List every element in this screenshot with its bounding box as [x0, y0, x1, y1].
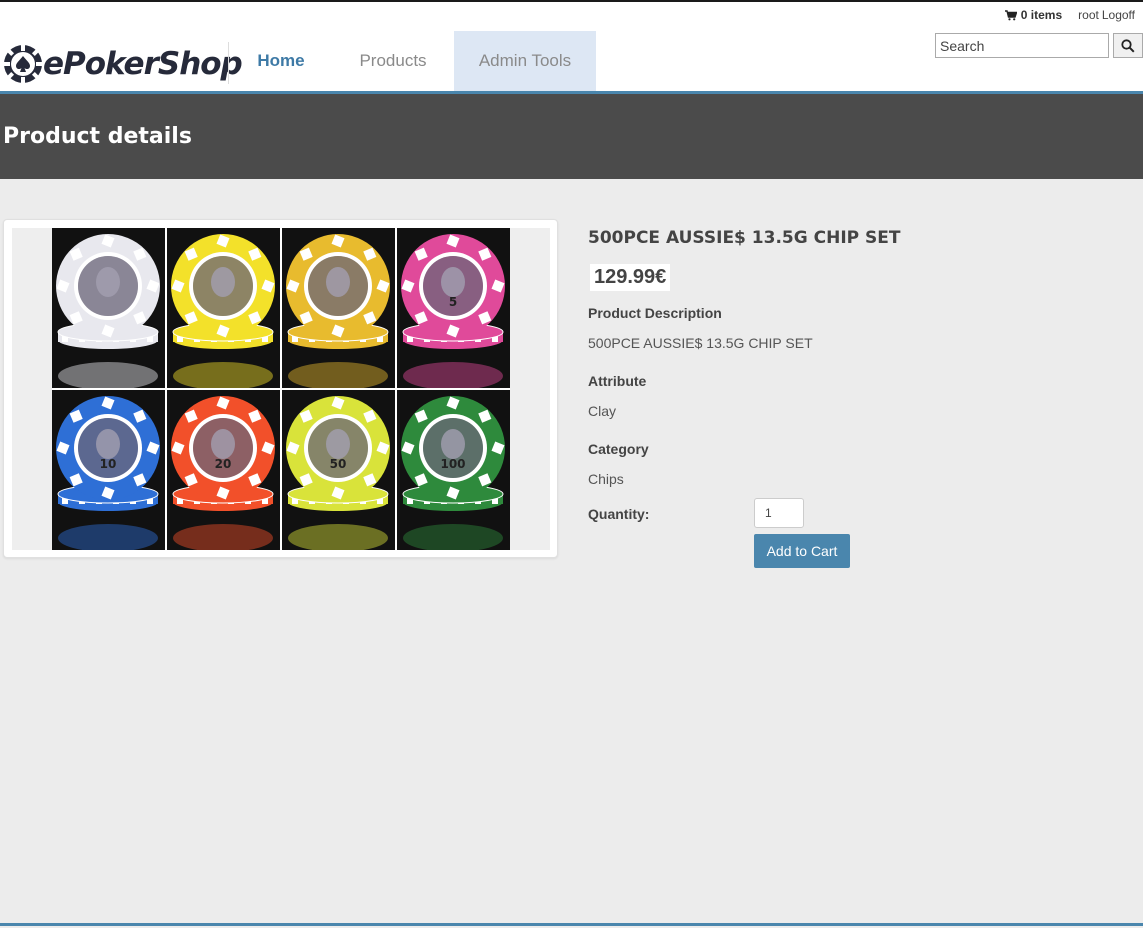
poker-chip-logo-icon — [4, 45, 42, 83]
user-bar: 0 items root Logoff — [1004, 8, 1135, 22]
poker-chip-icon: 100 — [401, 396, 505, 550]
product-details: 500PCE AUSSIE$ 13.5G CHIP SET 129.99€ Pr… — [588, 226, 1108, 487]
logo-text: ePokerShop — [43, 46, 243, 82]
poker-chip-icon: 5 — [401, 234, 505, 388]
footer-accent-line — [0, 923, 1143, 926]
poker-chip-icon: 50 — [286, 396, 390, 550]
quantity-row: Quantity: — [588, 498, 888, 528]
chip-photo: 5 — [397, 228, 510, 388]
product-image-card: 5 10 20 50 100 — [3, 219, 558, 558]
chip-photo: 50 — [282, 390, 395, 550]
search-input[interactable] — [935, 33, 1109, 58]
main-nav: Home Products Admin Tools — [230, 31, 596, 91]
chip-photo: 10 — [52, 390, 165, 550]
svg-text:50: 50 — [330, 457, 347, 471]
description-label: Product Description — [588, 305, 722, 321]
cart-count: 0 items — [1020, 8, 1063, 22]
logo[interactable]: ePokerShop — [3, 42, 243, 86]
site-header: ePokerShop Home Products Admin Tools 0 i… — [0, 2, 1143, 91]
nav-home[interactable]: Home — [230, 31, 332, 91]
poker-chip-icon — [286, 234, 390, 388]
svg-text:100: 100 — [440, 457, 465, 471]
chip-photo — [282, 228, 395, 388]
chip-photo — [167, 228, 280, 388]
poker-chip-icon: 10 — [56, 396, 160, 550]
product-title: 500PCE AUSSIE$ 13.5G CHIP SET — [588, 228, 901, 248]
shopping-cart-icon — [1004, 9, 1017, 20]
category-label: Category — [588, 441, 649, 457]
attribute-value: Clay — [588, 403, 617, 419]
add-to-cart-button[interactable]: Add to Cart — [754, 534, 850, 568]
page-title: Product details — [3, 124, 192, 149]
page-banner: Product details — [0, 94, 1143, 179]
product-price: 129.99€ — [590, 264, 671, 291]
category-value: Chips — [588, 471, 624, 487]
chip-photo: 100 — [397, 390, 510, 550]
username: root — [1078, 8, 1099, 22]
description-value: 500PCE AUSSIE$ 13.5G CHIP SET — [588, 335, 813, 351]
chip-photo — [52, 228, 165, 388]
product-image: 5 10 20 50 100 — [52, 228, 510, 550]
svg-text:10: 10 — [100, 457, 117, 471]
nav-admin-tools[interactable]: Admin Tools — [454, 31, 596, 91]
poker-chip-icon — [171, 234, 275, 388]
logoff-link[interactable]: Logoff — [1102, 8, 1135, 22]
poker-chip-icon — [56, 234, 160, 388]
poker-chip-icon: 20 — [171, 396, 275, 550]
nav-products[interactable]: Products — [332, 31, 454, 91]
chip-photo: 20 — [167, 390, 280, 550]
svg-text:5: 5 — [449, 295, 457, 309]
cart-link[interactable]: 0 items — [1004, 8, 1063, 22]
search-bar — [935, 33, 1143, 58]
quantity-label: Quantity: — [588, 506, 650, 522]
logo-divider — [228, 42, 229, 84]
svg-text:20: 20 — [215, 457, 232, 471]
quantity-input[interactable] — [754, 498, 804, 528]
search-icon — [1121, 38, 1135, 53]
search-button[interactable] — [1113, 33, 1143, 58]
attribute-label: Attribute — [588, 373, 647, 389]
